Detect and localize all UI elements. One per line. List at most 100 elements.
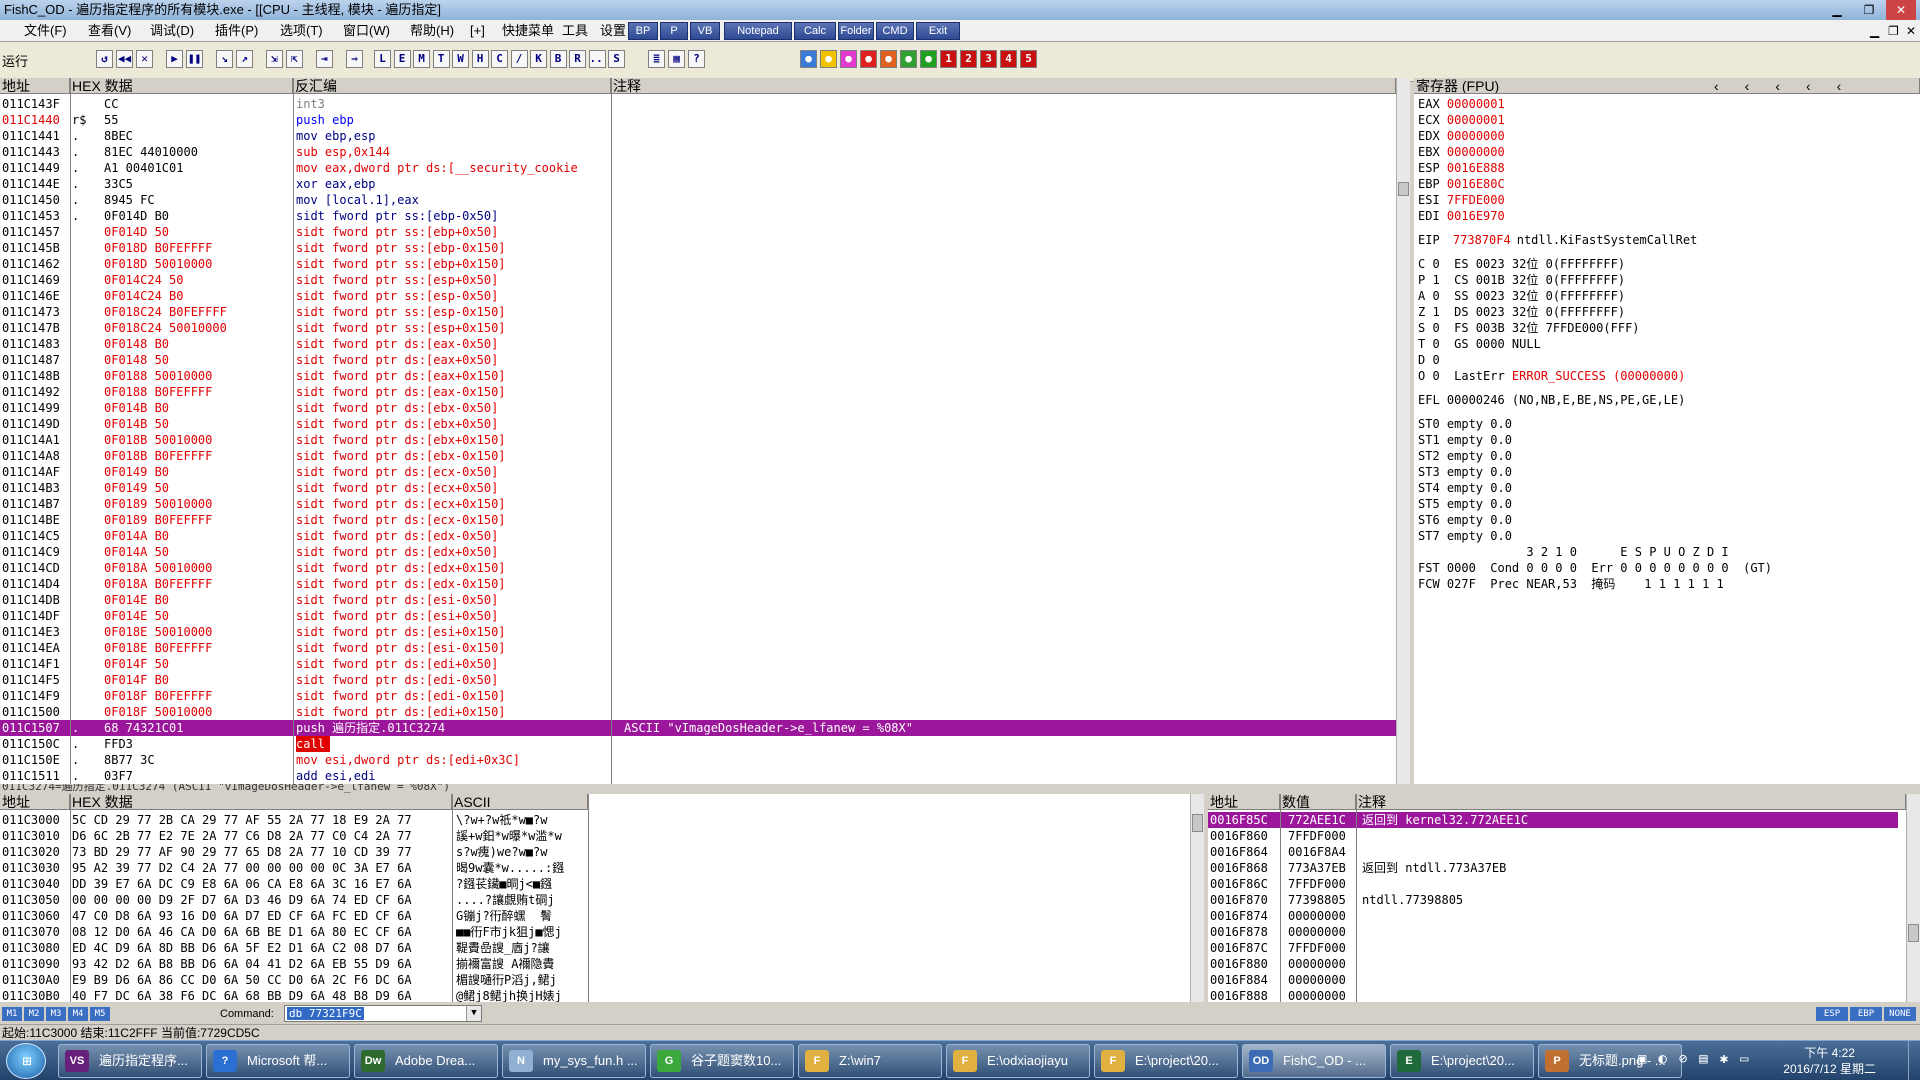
taskbar-item-1[interactable]: ? Microsoft 帮... [206,1044,350,1078]
quick-button-notepad[interactable]: Notepad [724,22,792,40]
disasm-row[interactable]: 011C14AF 0F0149 B0 sidt fword ptr ds:[ecx-… [0,464,1396,480]
tool-icon-1[interactable]: ◀◀ [116,50,133,68]
tool-icon-10[interactable]: ⇒ [346,50,363,68]
menu-item-6[interactable]: 帮助(H) [410,20,454,42]
dump-row[interactable]: 011C3060 47 C0 D8 6A 93 16 D0 6A D7 ED CF… [0,908,590,924]
disasm-row[interactable]: 011C1440 r$ 55 push ebp [0,112,1396,128]
disasm-header-hex[interactable]: HEX 数据 [70,78,293,94]
taskbar-item-0[interactable]: VS 遍历指定程序... [58,1044,202,1078]
plugin-icon-2[interactable]: ● [840,50,857,68]
disasm-row[interactable]: 011C14A1 0F018B 50010000 sidt fword ptr ds… [0,432,1396,448]
plugin-icon-0[interactable]: ● [800,50,817,68]
stack-header-address[interactable]: 地址 [1208,794,1280,810]
disasm-row[interactable]: 011C149D 0F014B 50 sidt fword ptr ds:[ebx+… [0,416,1396,432]
show-desktop-button[interactable] [1908,1041,1920,1080]
dump-tab-m4[interactable]: M4 [68,1007,88,1021]
tool-window-0[interactable]: L [374,50,391,68]
disasm-row[interactable]: 011C1492 0F0188 B0FEFFFF sidt fword ptr ds… [0,384,1396,400]
dump-row[interactable]: 011C3070 08 12 D0 6A 46 CA D0 6A 6B BE D1… [0,924,590,940]
disasm-row[interactable]: 011C14CD 0F018A 50010000 sidt fword ptr ds… [0,560,1396,576]
register-edi[interactable]: EDI 0016E970 [1418,208,1505,224]
menu-item-9[interactable]: 工具 [562,20,588,42]
dump-header-hex[interactable]: HEX 数据 [70,794,452,810]
menu-item-3[interactable]: 插件(P) [215,20,258,42]
menu-item-7[interactable]: [+] [470,20,485,42]
dump-header-ascii[interactable]: ASCII [452,794,588,810]
stack-row[interactable]: 0016F884 00000000 [1208,972,1898,988]
tool-window-8[interactable]: K [530,50,547,68]
stack-scrollbar[interactable] [1906,794,1920,1002]
tool-icon-2[interactable]: ✕ [136,50,153,68]
tool-number-5[interactable]: 5 [1020,50,1037,68]
disasm-header-comment[interactable]: 注释 [611,78,1396,94]
disasm-row[interactable]: 011C1450. 8945 FC mov [local.1],eax [0,192,1396,208]
disasm-row[interactable]: 011C1457 0F014D 50 sidt fword ptr ss:[ebp+… [0,224,1396,240]
disasm-row[interactable]: 011C1441. 8BEC mov ebp,esp [0,128,1396,144]
tool-window-11[interactable]: ... [588,50,606,68]
disasm-row[interactable]: 011C14E3 0F018E 50010000 sidt fword ptr ds… [0,624,1396,640]
stack-row[interactable]: 0016F870 77398805 ntdll.77398805 [1208,892,1898,908]
disasm-row[interactable]: 011C150C. FFD3 call ebx [0,736,1396,752]
tool-window-1[interactable]: E [393,50,411,68]
register-ecx[interactable]: ECX 00000001 [1418,112,1505,128]
disasm-row[interactable]: 011C1469 0F014C24 50 sidt fword ptr ss:[es… [0,272,1396,288]
memory-dump-pane[interactable]: 地址 HEX 数据 ASCII 011C3000 5C CD 29 77 2B C… [0,794,1204,1002]
tool-window-3[interactable]: T [432,50,450,68]
tool-number-3[interactable]: 3 [980,50,997,68]
register-esp[interactable]: ESP 0016E888 [1418,160,1505,176]
disasm-row[interactable]: 011C14B3 0F0149 50 sidt fword ptr ds:[ecx+… [0,480,1396,496]
stack-scroll-thumb[interactable] [1908,924,1919,942]
dump-tab-m1[interactable]: M1 [2,1007,22,1021]
quick-button-calc[interactable]: Calc [794,22,836,40]
disasm-header-address[interactable]: 地址 [0,78,70,94]
menu-item-1[interactable]: 查看(V) [88,20,131,42]
taskbar-item-5[interactable]: F Z:\win7 [798,1044,942,1078]
register-eip[interactable]: EIP 773870F4 ntdll.KiFastSystemCallRet [1418,232,1697,248]
mdi-minimize-icon[interactable]: ▁ [1870,20,1879,42]
tool-icon-9[interactable]: ⇥ [316,50,333,68]
taskbar-item-4[interactable]: G 谷子题窦数10... [650,1044,794,1078]
stack-row[interactable]: 0016F86C 7FFDF000 [1208,876,1898,892]
disasm-row[interactable]: 011C1473 0F018C24 B0FEFFFF sidt fword ptr … [0,304,1396,320]
dump-scroll-thumb[interactable] [1192,814,1203,832]
window-titlebar[interactable]: FishC_OD - 遍历指定程序的所有模块.exe - [[CPU - 主线程… [0,0,1920,20]
tool-window-6[interactable]: C [491,50,508,68]
taskbar-item-8[interactable]: OD FishC_OD - ... [1242,1044,1386,1078]
disasm-row[interactable]: 011C14F9 0F018F B0FEFFFF sidt fword ptr ds… [0,688,1396,704]
disasm-row[interactable]: 011C1500 0F018F 50010000 sidt fword ptr ds… [0,704,1396,720]
dump-row[interactable]: 011C3020 73 BD 29 77 AF 90 29 77 65 D8 2A… [0,844,590,860]
maximize-icon[interactable]: ❐ [1854,0,1884,20]
stack-row[interactable]: 0016F87C 7FFDF000 [1208,940,1898,956]
disasm-row[interactable]: 011C1507. 68 74321C01 push 遍历指定.011C3274 AS… [0,720,1396,736]
disasm-row[interactable]: 011C14EA 0F018E B0FEFFFF sidt fword ptr ds… [0,640,1396,656]
stack-row[interactable]: 0016F878 00000000 [1208,924,1898,940]
tool-number-2[interactable]: 2 [960,50,977,68]
disasm-row[interactable]: 011C14F5 0F014F B0 sidt fword ptr ds:[edi-… [0,672,1396,688]
stack-row[interactable]: 0016F880 00000000 [1208,956,1898,972]
dump-row[interactable]: 011C3030 95 A2 39 77 D2 C4 2A 77 00 00 00… [0,860,590,876]
disasm-row[interactable]: 011C14C5 0F014A B0 sidt fword ptr ds:[edx-… [0,528,1396,544]
taskbar-item-9[interactable]: E E:\project\20... [1390,1044,1534,1078]
quick-button-folder[interactable]: Folder [838,22,874,40]
tool-icon-8[interactable]: ⇱ [286,50,303,68]
stack-header-value[interactable]: 数值 [1280,794,1356,810]
dump-row[interactable]: 011C3090 93 42 D2 6A B8 BB D6 6A 04 41 D2… [0,956,590,972]
dump-row[interactable]: 011C30A0 E9 B9 D6 6A 86 CC D0 6A 50 CC D0… [0,972,590,988]
plugin-icon-3[interactable]: ● [860,50,877,68]
dump-tab-m5[interactable]: M5 [90,1007,110,1021]
command-input[interactable]: db 77321F9C ▼ [284,1005,482,1022]
tool-icon-6[interactable]: ↗ [236,50,253,68]
register-eax[interactable]: EAX 00000001 [1418,96,1505,112]
dump-row[interactable]: 011C30B0 40 F7 DC 6A 38 F6 DC 6A 68 BB D9… [0,988,590,1002]
minimize-icon[interactable]: ▁ [1822,0,1852,20]
command-dropdown-icon[interactable]: ▼ [466,1006,481,1021]
quick-button-cmd[interactable]: CMD [876,22,914,40]
registers-header[interactable]: 寄存器 (FPU) ‹‹‹‹‹ [1414,78,1920,94]
register-ebx[interactable]: EBX 00000000 [1418,144,1505,160]
quick-button-vb[interactable]: VB [690,22,720,40]
mdi-restore-icon[interactable]: ❐ [1888,20,1899,42]
stack-row[interactable]: 0016F874 00000000 [1208,908,1898,924]
tool-window-4[interactable]: W [452,50,469,68]
disasm-scroll-thumb[interactable] [1398,182,1409,196]
stack-pane[interactable]: 地址 数值 注释 0016F85C 772AEE1C 返回到 kernel32.77… [1208,794,1920,1002]
